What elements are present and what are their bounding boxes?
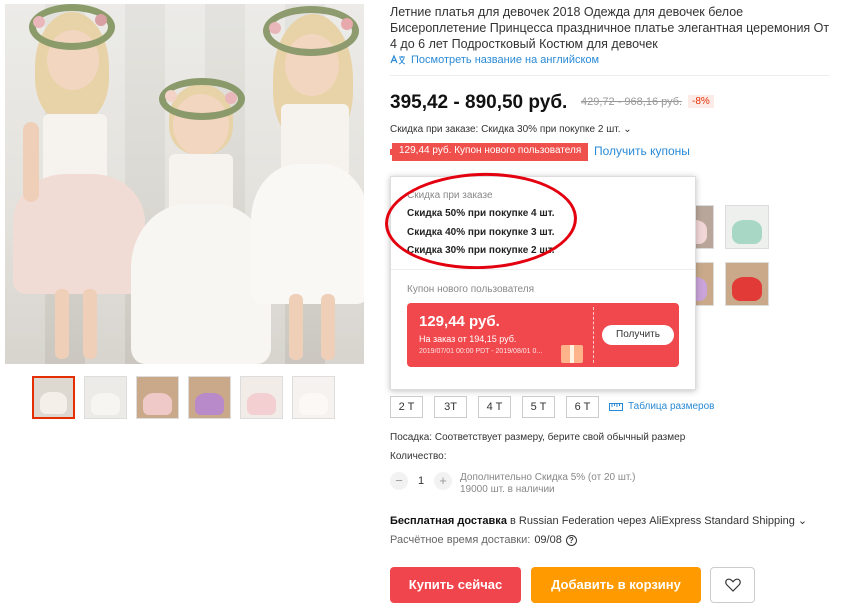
quantity-minus-button[interactable]: − [390, 472, 408, 490]
delivery-date: 09/08 [534, 534, 562, 546]
size-option-5t[interactable]: 5 T [522, 396, 555, 418]
discount-tier-2: Скидка 40% при покупке 3 шт. [407, 227, 555, 238]
translate-icon [390, 54, 406, 65]
product-title: Летние платья для девочек 2018 Одежда дл… [390, 5, 830, 51]
size-option-3t[interactable]: 3T [434, 396, 467, 418]
discount-tier-1: Скидка 50% при покупке 4 шт. [407, 208, 555, 219]
photo-girl-right [245, 4, 364, 364]
annotation-red-circle [383, 169, 579, 273]
stock-text: 19000 шт. в наличии [460, 484, 555, 495]
thumbnail-2[interactable] [84, 376, 127, 419]
chevron-down-icon: ⌄ [623, 124, 632, 135]
thumbnail-5[interactable] [240, 376, 283, 419]
popover-separator [391, 269, 695, 270]
thumbnail-strip [32, 376, 335, 419]
delivery-estimate: Расчётное время доставки: 09/08 ? [390, 534, 577, 546]
order-discount-dropdown[interactable]: Скидка при заказе: Скидка 30% при покупк… [390, 124, 632, 135]
size-option-6t[interactable]: 6 T [566, 396, 599, 418]
popover-discount-title: Скидка при заказе [407, 190, 493, 201]
order-discount-text: Скидка при заказе: Скидка 30% при покупк… [390, 124, 621, 135]
title-divider [390, 75, 830, 76]
quantity-plus-button[interactable]: + [434, 472, 452, 490]
ruler-icon [609, 402, 623, 411]
coupon-condition: На заказ от 194,15 руб. [419, 334, 517, 344]
discount-tier-3: Скидка 30% при покупке 2 шт. [407, 245, 555, 256]
new-user-coupon-card: 129,44 руб. На заказ от 194,15 руб. 2019… [407, 303, 679, 367]
translate-link-label: Посмотреть название на английском [411, 54, 600, 66]
coupon-validity: 2019/07/01 00:00 PDT - 2019/08/01 0... [419, 348, 543, 355]
buy-now-button[interactable]: Купить сейчас [390, 567, 521, 603]
thumbnail-3[interactable] [136, 376, 179, 419]
quantity-label: Количество: [390, 451, 447, 462]
new-user-coupon-chip[interactable]: 129,44 руб. Купон нового пользователя [390, 143, 589, 161]
popover-coupon-title: Купон нового пользователя [407, 284, 535, 295]
get-coupon-button[interactable]: Получить [602, 325, 674, 345]
quantity-info: Дополнительно Скидка 5% (от 20 шт.) 1900… [460, 472, 635, 496]
wishlist-button[interactable] [710, 567, 755, 603]
size-selector: 2 T 3T 4 T 5 T 6 T [390, 396, 599, 418]
color-swatch-2[interactable] [725, 205, 769, 249]
help-icon[interactable]: ? [565, 534, 577, 546]
thumbnail-1[interactable] [32, 376, 75, 419]
size-table-label: Таблица размеров [628, 401, 715, 412]
coupon-perforation [593, 307, 594, 363]
size-table-link[interactable]: Таблица размеров [609, 401, 714, 412]
price-range: 395,42 - 890,50 руб. [390, 92, 568, 113]
color-swatch-4[interactable] [725, 262, 769, 306]
coupon-amount: 129,44 руб. [419, 313, 500, 330]
heart-icon [724, 578, 741, 592]
quantity-value[interactable]: 1 [416, 475, 426, 487]
bulk-discount-text: Дополнительно Скидка 5% (от 20 шт.) [460, 472, 636, 483]
product-main-image[interactable] [5, 4, 364, 364]
quantity-stepper: − 1 + [390, 472, 452, 490]
thumbnail-6[interactable] [292, 376, 335, 419]
shipping-details: в Russian Federation через AliExpress St… [506, 515, 808, 527]
gift-icon [561, 345, 583, 363]
thumbnail-4[interactable] [188, 376, 231, 419]
add-to-cart-button[interactable]: Добавить в корзину [531, 567, 701, 603]
translate-link[interactable]: Посмотреть название на английском [390, 54, 599, 66]
free-shipping-label: Бесплатная доставка [390, 515, 507, 527]
shipping-info[interactable]: Бесплатная доставка в Russian Federation… [390, 514, 807, 527]
size-option-4t[interactable]: 4 T [478, 396, 511, 418]
delivery-label: Расчётное время доставки: [390, 534, 531, 546]
old-price-range: 429,72 - 968,16 руб. [581, 96, 683, 108]
discount-badge: -8% [688, 95, 714, 108]
get-coupons-link[interactable]: Получить купоны [594, 144, 690, 158]
fit-info: Посадка: Соответствует размеру, берите с… [390, 432, 686, 443]
size-option-2t[interactable]: 2 T [390, 396, 423, 418]
discount-popover: Скидка при заказе Скидка 50% при покупке… [383, 169, 696, 390]
